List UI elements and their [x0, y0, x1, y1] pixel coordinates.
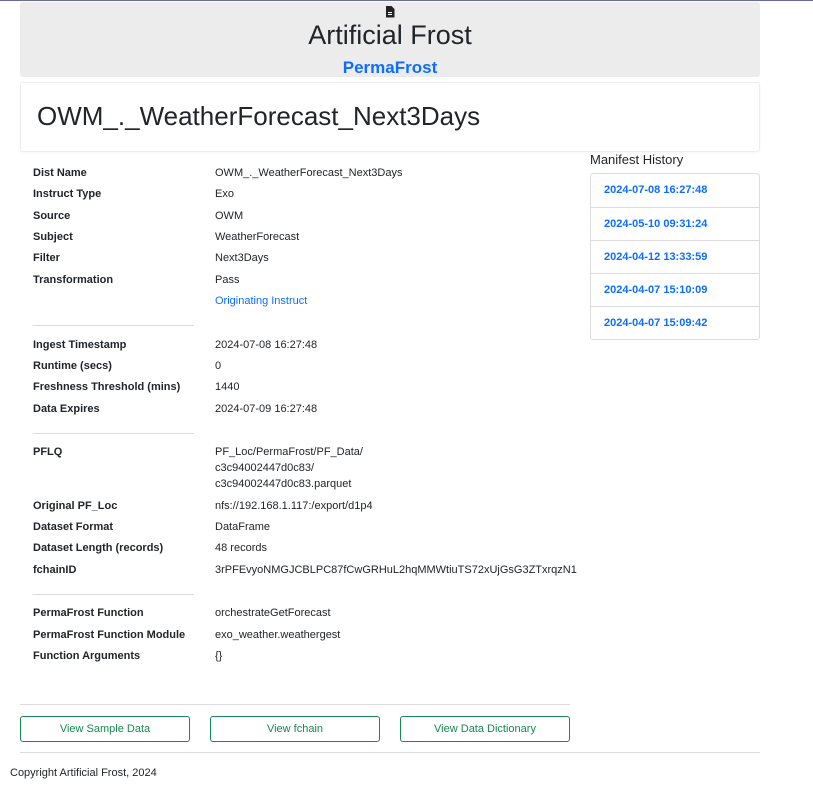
- page-title-card: OWM_._WeatherForecast_Next3Days: [20, 82, 760, 152]
- top-rule: [0, 0, 813, 1]
- detail-label: Ingest Timestamp: [33, 339, 127, 351]
- detail-label: Filter: [33, 252, 60, 264]
- manifest-history-item[interactable]: 2024-05-10 09:31:24: [591, 207, 759, 240]
- detail-value: {}: [215, 650, 223, 662]
- detail-value: Pass: [215, 274, 240, 286]
- app-title: Artificial Frost: [308, 20, 472, 50]
- page-title: OWM_._WeatherForecast_Next3Days: [37, 101, 481, 131]
- detail-label: fchainID: [33, 564, 77, 576]
- detail-value: 3rPFEvyoNMGJCBLPC87fCwGRHuL2hqMMWtiuTS72…: [215, 564, 577, 576]
- site-header: Artificial Frost PermaFrost: [20, 2, 760, 77]
- section-divider: [33, 594, 194, 595]
- detail-label: Runtime (secs): [33, 360, 112, 372]
- view-data-dictionary-button[interactable]: View Data Dictionary: [400, 716, 570, 742]
- detail-label: Data Expires: [33, 403, 100, 415]
- detail-label: Instruct Type: [33, 188, 102, 200]
- detail-value: OWM: [215, 210, 244, 222]
- section-divider: [33, 433, 194, 434]
- detail-value: 48 records: [215, 542, 267, 554]
- manifest-history-title: Manifest History: [590, 152, 684, 167]
- section-divider: [20, 704, 570, 705]
- detail-label: Dataset Length (records): [33, 542, 164, 554]
- detail-label: PFLQ: [33, 446, 63, 458]
- detail-value: nfs://192.168.1.117:/export/d1p4: [215, 500, 373, 512]
- permafrost-link[interactable]: PermaFrost: [20, 58, 760, 78]
- detail-value: 2024-07-09 16:27:48: [215, 403, 318, 415]
- footer-divider: [20, 752, 760, 753]
- detail-label: PermaFrost Function: [33, 607, 144, 619]
- detail-label: Subject: [33, 231, 73, 243]
- pflq-line: c3c94002447d0c83/: [215, 462, 315, 474]
- detail-value: OWM_._WeatherForecast_Next3Days: [215, 167, 403, 179]
- detail-label: Original PF_Loc: [33, 500, 118, 512]
- manifest-history-item[interactable]: 2024-04-07 15:10:09: [591, 273, 759, 306]
- view-sample-data-button[interactable]: View Sample Data: [20, 716, 190, 742]
- footer-copyright: Copyright Artificial Frost, 2024: [10, 767, 157, 779]
- detail-label: Dataset Format: [33, 521, 114, 533]
- detail-label: Function Arguments: [33, 650, 141, 662]
- manifest-history-item[interactable]: 2024-07-08 16:27:48: [591, 174, 759, 207]
- pflq-line: PF_Loc/PermaFrost/PF_Data/: [215, 446, 363, 458]
- detail-value: exo_weather.weathergest: [215, 629, 341, 641]
- manifest-history-item[interactable]: 2024-04-12 13:33:59: [591, 240, 759, 273]
- detail-label: PermaFrost Function Module: [33, 629, 186, 641]
- detail-value: orchestrateGetForecast: [215, 607, 331, 619]
- section-divider: [33, 325, 194, 326]
- manifest-history-list: 2024-07-08 16:27:48 2024-05-10 09:31:24 …: [590, 173, 760, 340]
- pflq-value: PF_Loc/PermaFrost/PF_Data/ c3c94002447d0…: [215, 444, 575, 492]
- detail-value: 0: [215, 360, 222, 372]
- detail-value: DataFrame: [215, 521, 271, 533]
- detail-label: Transformation: [33, 274, 114, 286]
- detail-value: Exo: [215, 188, 234, 200]
- pflq-line: c3c94002447d0c83.parquet: [215, 478, 352, 490]
- detail-label: Dist Name: [33, 167, 87, 179]
- detail-value: 1440: [215, 381, 240, 393]
- view-fchain-button[interactable]: View fchain: [210, 716, 380, 742]
- detail-value: Next3Days: [215, 252, 269, 264]
- manifest-history-item[interactable]: 2024-04-07 15:09:42: [591, 306, 759, 339]
- detail-label: Freshness Threshold (mins): [33, 381, 181, 393]
- document-icon: [386, 6, 395, 18]
- detail-value: WeatherForecast: [215, 231, 300, 243]
- detail-value: 2024-07-08 16:27:48: [215, 339, 318, 351]
- detail-label: Source: [33, 210, 71, 222]
- originating-instruct-link[interactable]: Originating Instruct: [215, 293, 575, 309]
